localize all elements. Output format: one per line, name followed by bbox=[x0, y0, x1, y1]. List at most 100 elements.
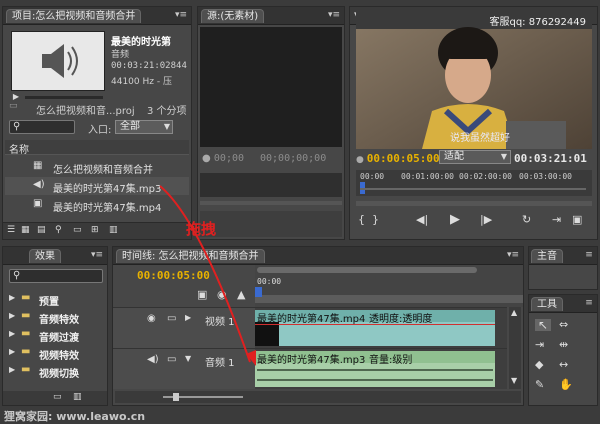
pen-tool-icon[interactable]: ✎ bbox=[535, 379, 544, 390]
panel-menu-icon[interactable]: ≡ bbox=[583, 298, 595, 309]
chevron-down-icon: ▼ bbox=[163, 122, 170, 131]
timeline-vscroll[interactable]: ▲ ▼ bbox=[509, 307, 521, 389]
folder-icon: ▬ bbox=[21, 364, 31, 375]
audio-track-area: 最美的时光第47集.mp3 音量:级别 bbox=[255, 348, 507, 389]
list-view-icon[interactable]: ☰ bbox=[7, 226, 15, 235]
export-frame-icon[interactable]: ⇥ bbox=[552, 214, 561, 225]
video-track-area: 最美的时光第47集.mp4 透明度:透明度 bbox=[255, 307, 507, 348]
keyframe-icon[interactable]: ▲ bbox=[237, 289, 245, 300]
collapse-track-icon[interactable]: ▼ bbox=[185, 355, 191, 363]
razor-tool-icon[interactable]: ◆ bbox=[535, 359, 543, 370]
search-input[interactable]: ⚲ bbox=[9, 120, 75, 134]
rolling-edit-tool-icon[interactable]: ⇹ bbox=[559, 339, 568, 350]
play-icon[interactable]: ▶ bbox=[450, 213, 460, 226]
source-scroll[interactable] bbox=[200, 201, 342, 205]
effects-search[interactable]: ⚲ bbox=[9, 269, 103, 283]
list-item[interactable]: ▦ 怎么把视频和音频合并 bbox=[5, 158, 189, 177]
find-icon[interactable]: ⚲ bbox=[55, 226, 62, 235]
panel-menu-icon[interactable]: ▾≡ bbox=[328, 10, 340, 21]
effects-folder[interactable]: ▶ ▬ 视频特效 bbox=[9, 345, 105, 363]
folder-icon: ▬ bbox=[21, 346, 31, 357]
folder-label: 音频过渡 bbox=[39, 333, 79, 344]
program-ruler: 00:00 00:01:00:00 00:02:00:00 00:03:00:0… bbox=[356, 170, 592, 196]
timeline-hscroll[interactable] bbox=[115, 391, 521, 403]
list-item[interactable]: ▣ 最美的时光第47集.mp4 bbox=[5, 196, 189, 215]
panel-menu-icon[interactable]: ▾≡ bbox=[507, 250, 519, 261]
eye-icon[interactable]: ◉ bbox=[147, 314, 156, 324]
step-back-icon[interactable]: ◀| bbox=[416, 214, 428, 225]
selection-tool-icon[interactable]: ↖ bbox=[535, 319, 551, 331]
slip-tool-icon[interactable]: ↔ bbox=[559, 359, 568, 370]
marker-icon[interactable]: ◉ bbox=[217, 289, 227, 300]
tab-source[interactable]: 源:(无素材) bbox=[201, 9, 265, 23]
playhead-marker[interactable] bbox=[255, 287, 262, 297]
list-item[interactable]: ◀) 最美的时光第47集.mp3 bbox=[5, 177, 189, 195]
tab-effects[interactable]: 效果 bbox=[29, 249, 61, 263]
in-select[interactable]: 全部 ▼ bbox=[115, 120, 173, 134]
waveform-bottom bbox=[257, 379, 493, 381]
tab-tools[interactable]: 工具 bbox=[531, 297, 563, 311]
program-tc-current: ● 00:00:05:00 bbox=[356, 152, 440, 165]
snap-icon[interactable]: ▣ bbox=[197, 289, 207, 300]
zoom-thumb[interactable] bbox=[173, 393, 179, 401]
list-item-label: 怎么把视频和音频合并 bbox=[53, 165, 153, 176]
hand-tool-icon[interactable]: ✋ bbox=[559, 379, 573, 390]
play-thumbnail-icon[interactable]: ▶ bbox=[11, 93, 21, 101]
effects-folder[interactable]: ▶ ▬ 预置 bbox=[9, 291, 105, 309]
loop-icon[interactable]: ↻ bbox=[522, 214, 531, 225]
lock-icon[interactable]: ▭ bbox=[167, 355, 176, 365]
thumb-progress[interactable] bbox=[25, 96, 103, 99]
audio-file-icon: ◀) bbox=[33, 179, 45, 190]
audio-clip[interactable]: 最美的时光第47集.mp3 音量:级别 bbox=[255, 351, 495, 387]
track-select-tool-icon[interactable]: ⇔ bbox=[559, 319, 568, 330]
lock-icon[interactable]: ▭ bbox=[167, 314, 176, 324]
opacity-line[interactable] bbox=[255, 324, 495, 325]
video-clip-thumb bbox=[255, 322, 279, 346]
automate-icon[interactable]: ▤ bbox=[37, 226, 46, 235]
list-header[interactable]: 名称 bbox=[5, 140, 189, 156]
delete-icon[interactable]: ▥ bbox=[109, 226, 118, 235]
new-bin-icon[interactable]: ▭ bbox=[73, 226, 82, 235]
program-scroll[interactable] bbox=[356, 201, 592, 206]
zoom-bar[interactable] bbox=[257, 267, 477, 273]
panel-menu-icon[interactable]: ▾≡ bbox=[175, 10, 187, 21]
video-clip-effect: 透明度:透明度 bbox=[369, 314, 433, 325]
expand-arrow-icon: ▶ bbox=[9, 293, 16, 302]
scroll-down-icon[interactable]: ▼ bbox=[511, 377, 517, 385]
in-select-value: 全部 bbox=[120, 121, 140, 132]
ripple-edit-tool-icon[interactable]: ⇥ bbox=[535, 339, 544, 350]
expand-arrow-icon: ▶ bbox=[9, 329, 16, 338]
tab-master-audio[interactable]: 主音 bbox=[531, 249, 563, 263]
tab-project[interactable]: 项目:怎么把视频和音频合并 bbox=[6, 9, 142, 23]
project-toolbar: ☰ ▦ ▤ ⚲ ▭ ⊞ ▥ bbox=[3, 222, 191, 239]
video-clip[interactable]: 最美的时光第47集.mp4 透明度:透明度 bbox=[255, 310, 495, 346]
panel-menu-icon[interactable]: ▾≡ bbox=[91, 250, 103, 261]
mark-out-icon[interactable]: } bbox=[372, 214, 379, 225]
new-bin-icon[interactable]: ▭ bbox=[53, 393, 62, 402]
step-forward-icon[interactable]: |▶ bbox=[480, 214, 492, 225]
fit-select[interactable]: 适配 ▼ bbox=[439, 150, 511, 164]
speaker-toggle-icon[interactable]: ◀) bbox=[147, 355, 159, 365]
icon-view-icon[interactable]: ▦ bbox=[21, 226, 30, 235]
program-viewer: 客服qq: 876292449 说我虽然超好 bbox=[356, 11, 592, 149]
source-viewer bbox=[200, 27, 342, 147]
chevron-down-icon: ▼ bbox=[500, 152, 507, 161]
program-tc-duration: 00:03:21:01 bbox=[514, 152, 587, 165]
project-file: 怎么把视频和音...proj bbox=[36, 106, 135, 117]
mark-in-icon[interactable]: { bbox=[358, 214, 365, 225]
watermark-text: 客服qq: 876292449 bbox=[489, 17, 586, 28]
new-item-icon[interactable]: ⊞ bbox=[91, 226, 99, 235]
effects-panel: 效果 ▾≡ ⚲ ▶ ▬ 预置 ▶ ▬ 音频特效 ▶ ▬ 音频过渡 ▶ ▬ 视频特… bbox=[2, 246, 108, 406]
safe-margins-icon[interactable]: ▣ bbox=[572, 214, 582, 225]
tab-timeline[interactable]: 时间线: 怎么把视频和音频合并 bbox=[116, 249, 265, 263]
in-label: 入口: bbox=[88, 125, 112, 136]
panel-menu-icon[interactable]: ≡ bbox=[583, 250, 595, 261]
effects-folder[interactable]: ▶ ▬ 音频过渡 bbox=[9, 327, 105, 345]
ruler-tick-label: 00:01:00:00 bbox=[401, 172, 454, 181]
expand-track-icon[interactable]: ▶ bbox=[185, 314, 191, 322]
effects-folder[interactable]: ▶ ▬ 视频切换 bbox=[9, 363, 105, 381]
scroll-up-icon[interactable]: ▲ bbox=[511, 309, 517, 317]
project-panel: 项目:怎么把视频和音频合并 ▾≡ ▶ 最美的时光第 音频 00:03:21:02… bbox=[2, 6, 192, 240]
effects-folder[interactable]: ▶ ▬ 音频特效 bbox=[9, 309, 105, 327]
delete-icon[interactable]: ▥ bbox=[73, 393, 82, 402]
